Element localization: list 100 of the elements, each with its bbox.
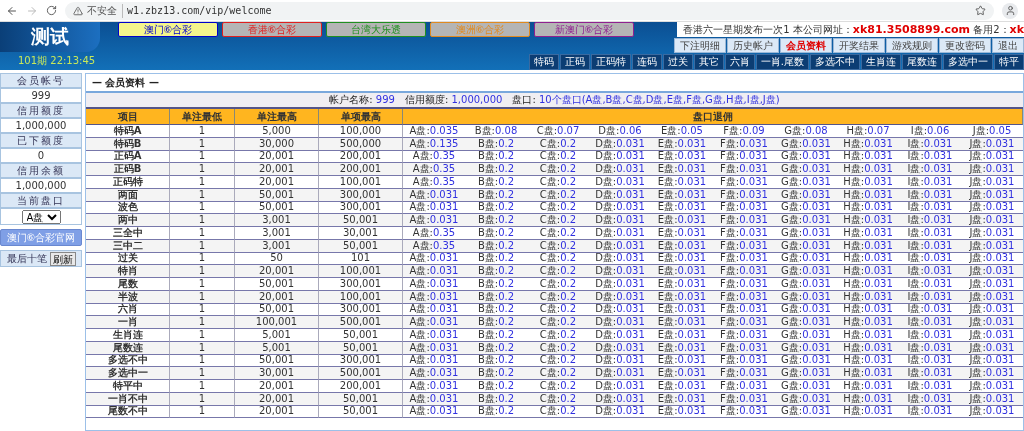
url-text: w1.zbz13.com/vip/welcome (127, 5, 272, 16)
game-tab[interactable]: 多选不中 (810, 54, 860, 70)
game-tab[interactable]: 六肖 (724, 54, 755, 70)
address-bar[interactable]: 不安全 w1.zbz13.com/vip/welcome (65, 1, 994, 20)
plate-select[interactable]: A盘 (21, 209, 61, 224)
table-cell: F盘:0.031 (713, 278, 775, 291)
profile-icon[interactable] (1002, 2, 1018, 19)
table-cell: G盘:0.031 (775, 380, 837, 393)
column-header: 单注最低 (170, 109, 235, 125)
menu-button[interactable]: 游戏规则 (886, 38, 938, 53)
table-cell: J盘:0.031 (961, 278, 1023, 291)
table-cell: G盘:0.031 (775, 227, 837, 240)
table-cell: 多选中一 (86, 367, 170, 380)
table-cell: H盘:0.031 (837, 329, 899, 342)
field-value: 1,000,000 (0, 118, 82, 133)
game-tab[interactable]: 连码 (631, 54, 662, 70)
table-cell: 3,001 (235, 227, 319, 240)
table-cell: I盘:0.031 (899, 265, 961, 278)
table-cell: F盘:0.031 (713, 176, 775, 189)
table-cell: C盘:0.2 (527, 380, 589, 393)
table-cell: 特码A (86, 125, 170, 138)
table-cell: 100,000 (319, 125, 403, 138)
game-tab[interactable]: 正码 (559, 54, 590, 70)
table-cell: H盘:0.031 (837, 163, 899, 176)
notice-text: 香港六一星期发布一次1 本公司网址：xk81.3508899.com 备用2：xk (677, 22, 1024, 37)
table-cell: H盘:0.031 (837, 278, 899, 291)
game-tab[interactable]: 多选中一 (943, 54, 993, 70)
reload-icon[interactable] (46, 5, 57, 16)
game-tab[interactable]: 生肖连 (861, 54, 901, 70)
game-tab[interactable]: 其它 (693, 54, 724, 70)
table-cell: B盘:0.2 (465, 176, 527, 189)
menu-button[interactable]: 退出 (992, 38, 1024, 53)
menu-button[interactable]: 会员资料 (780, 38, 832, 53)
table-cell: 20,001 (235, 163, 319, 176)
table-cell: 1 (170, 125, 235, 138)
table-cell: E盘:0.031 (651, 316, 713, 329)
table-cell: B盘:0.2 (465, 214, 527, 227)
game-tab[interactable]: 正码特 (590, 54, 631, 70)
table-cell: H盘:0.031 (837, 227, 899, 240)
table-cell: G盘:0.031 (775, 163, 837, 176)
menu-button[interactable]: 下注明细 (674, 38, 726, 53)
lottery-tab[interactable]: 澳门⑥合彩 (118, 22, 218, 37)
table-cell: 尾数 (86, 278, 170, 291)
table-cell: 一肖 (86, 316, 170, 329)
table-cell: 正码特 (86, 176, 170, 189)
game-tab[interactable]: 尾数连 (902, 54, 942, 70)
table-cell: D盘:0.031 (589, 278, 651, 291)
table-cell: G盘:0.031 (775, 367, 837, 380)
table-cell: C盘:0.07 (527, 125, 589, 138)
table-cell: G盘:0.08 (775, 125, 837, 138)
table-cell: I盘:0.031 (899, 329, 961, 342)
logo: 测试 (0, 22, 100, 52)
table-cell: I盘:0.031 (899, 176, 961, 189)
table-cell: B盘:0.2 (465, 316, 527, 329)
star-icon[interactable] (975, 5, 986, 16)
table-cell: E盘:0.031 (651, 278, 713, 291)
back-icon[interactable] (6, 4, 18, 17)
game-tab[interactable]: 特码 (528, 54, 559, 70)
table-cell: C盘:0.2 (527, 227, 589, 240)
game-tab[interactable]: 特平 (994, 54, 1024, 70)
table-cell: E盘:0.031 (651, 176, 713, 189)
table-cell: 500,001 (319, 316, 403, 329)
table-cell: B盘:0.2 (465, 163, 527, 176)
table-cell: J盘:0.031 (961, 214, 1023, 227)
lottery-tab[interactable]: 新澳门⑥合彩 (534, 22, 634, 37)
table-cell: 50,001 (319, 214, 403, 227)
menu-button[interactable]: 更改密码 (939, 38, 991, 53)
table-cell: 生肖连 (86, 329, 170, 342)
table-cell: A盘:0.35 (403, 227, 465, 240)
table-cell: D盘:0.031 (589, 380, 651, 393)
field-label: 信用余额 (0, 163, 82, 178)
table-cell: J盘:0.031 (961, 367, 1023, 380)
table-cell: I盘:0.031 (899, 214, 961, 227)
table-cell: 5,001 (235, 329, 319, 342)
table-cell: D盘:0.031 (589, 367, 651, 380)
game-tab[interactable]: 过关 (662, 54, 693, 70)
menu-button[interactable]: 历史帐户 (727, 38, 779, 53)
refresh-button[interactable]: 刷新 (49, 251, 76, 266)
column-header: 项目 (86, 109, 170, 125)
table-cell: C盘:0.2 (527, 329, 589, 342)
table-cell: 1 (170, 367, 235, 380)
table-cell: B盘:0.2 (465, 227, 527, 240)
table-cell: E盘:0.031 (651, 214, 713, 227)
table-cell: G盘:0.031 (775, 214, 837, 227)
table-cell: 1 (170, 278, 235, 291)
table-cell: A盘:0.35 (403, 163, 465, 176)
table-cell: 100,001 (319, 265, 403, 278)
table-cell: I盘:0.031 (899, 367, 961, 380)
menu-button[interactable]: 开奖结果 (833, 38, 885, 53)
table-cell: E盘:0.031 (651, 380, 713, 393)
table-cell: H盘:0.031 (837, 265, 899, 278)
table-cell: 1 (170, 176, 235, 189)
table-cell: 1 (170, 265, 235, 278)
table-cell: J盘:0.031 (961, 227, 1023, 240)
field-value: 1,000,000 (0, 178, 82, 193)
table-cell: C盘:0.2 (527, 265, 589, 278)
game-tab[interactable]: 一肖.尾数 (755, 54, 809, 70)
table-cell: J盘:0.031 (961, 316, 1023, 329)
table-cell: D盘:0.031 (589, 265, 651, 278)
field-label: 会员帐号 (0, 73, 82, 88)
